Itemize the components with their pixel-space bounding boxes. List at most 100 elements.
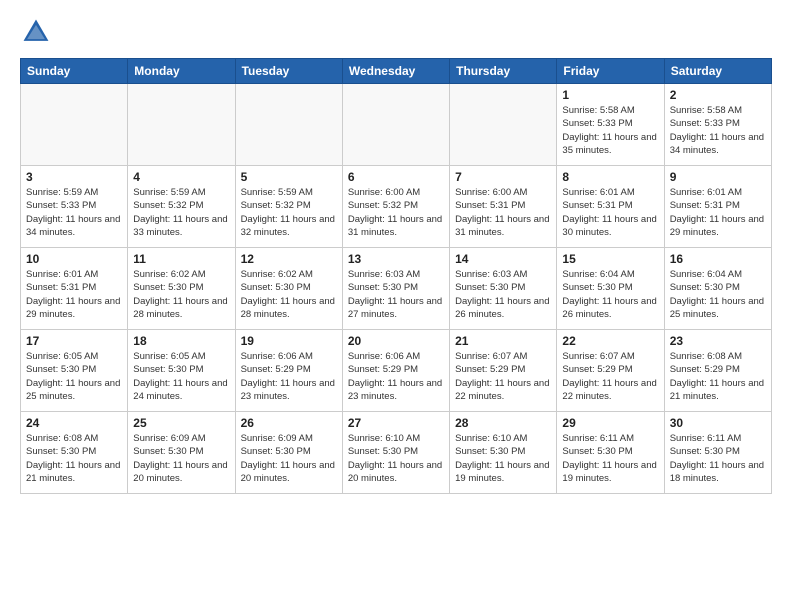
page: SundayMondayTuesdayWednesdayThursdayFrid… — [0, 0, 792, 504]
day-info: Sunrise: 6:01 AM Sunset: 5:31 PM Dayligh… — [26, 268, 122, 321]
day-cell — [450, 84, 557, 166]
day-info: Sunrise: 6:00 AM Sunset: 5:32 PM Dayligh… — [348, 186, 444, 239]
day-number: 26 — [241, 416, 337, 430]
day-cell: 2 Sunrise: 5:58 AM Sunset: 5:33 PM Daylig… — [664, 84, 771, 166]
day-number: 15 — [562, 252, 658, 266]
weekday-header-thursday: Thursday — [450, 59, 557, 84]
day-cell: 14Sunrise: 6:03 AM Sunset: 5:30 PM Dayli… — [450, 248, 557, 330]
week-row-3: 10 Sunrise: 6:01 AM Sunset: 5:31 PM Dayli… — [21, 248, 772, 330]
day-info: Sunrise: 5:58 AM Sunset: 5:33 PM Dayligh… — [670, 104, 766, 157]
day-cell: 9 Sunrise: 6:01 AM Sunset: 5:31 PM Daylig… — [664, 166, 771, 248]
day-cell: 1 Sunrise: 5:58 AM Sunset: 5:33 PM Daylig… — [557, 84, 664, 166]
day-number: 11 — [133, 252, 229, 266]
day-number: 2 — [670, 88, 766, 102]
week-row-5: 24 Sunrise: 6:08 AM Sunset: 5:30 PM Dayli… — [21, 412, 772, 494]
day-info: Sunrise: 6:02 AM Sunset: 5:30 PM Dayligh… — [133, 268, 229, 321]
day-number: 12 — [241, 252, 337, 266]
day-info: Sunrise: 6:03 AM Sunset: 5:30 PM Dayligh… — [348, 268, 444, 321]
day-number: 30 — [670, 416, 766, 430]
week-row-2: 3 Sunrise: 5:59 AM Sunset: 5:33 PM Daylig… — [21, 166, 772, 248]
day-number: 1 — [562, 88, 658, 102]
day-number: 20 — [348, 334, 444, 348]
day-number: 19 — [241, 334, 337, 348]
day-cell: 15 Sunrise: 6:04 AM Sunset: 5:30 PM Dayli… — [557, 248, 664, 330]
day-cell: 5Sunrise: 5:59 AM Sunset: 5:32 PM Daylig… — [235, 166, 342, 248]
day-info: Sunrise: 6:11 AM Sunset: 5:30 PM Dayligh… — [562, 432, 658, 485]
week-row-4: 17 Sunrise: 6:05 AM Sunset: 5:30 PM Dayli… — [21, 330, 772, 412]
day-info: Sunrise: 6:04 AM Sunset: 5:30 PM Dayligh… — [562, 268, 658, 321]
day-cell: 30 Sunrise: 6:11 AM Sunset: 5:30 PM Dayli… — [664, 412, 771, 494]
day-number: 9 — [670, 170, 766, 184]
day-number: 28 — [455, 416, 551, 430]
day-info: Sunrise: 6:08 AM Sunset: 5:30 PM Dayligh… — [26, 432, 122, 485]
day-cell: 24 Sunrise: 6:08 AM Sunset: 5:30 PM Dayli… — [21, 412, 128, 494]
day-number: 21 — [455, 334, 551, 348]
day-info: Sunrise: 6:03 AM Sunset: 5:30 PM Dayligh… — [455, 268, 551, 321]
day-info: Sunrise: 6:02 AM Sunset: 5:30 PM Dayligh… — [241, 268, 337, 321]
day-info: Sunrise: 6:10 AM Sunset: 5:30 PM Dayligh… — [455, 432, 551, 485]
day-cell: 13 Sunrise: 6:03 AM Sunset: 5:30 PM Dayli… — [342, 248, 449, 330]
day-number: 7 — [455, 170, 551, 184]
day-info: Sunrise: 6:07 AM Sunset: 5:29 PM Dayligh… — [455, 350, 551, 403]
day-info: Sunrise: 6:06 AM Sunset: 5:29 PM Dayligh… — [348, 350, 444, 403]
weekday-header-saturday: Saturday — [664, 59, 771, 84]
day-number: 16 — [670, 252, 766, 266]
day-info: Sunrise: 6:09 AM Sunset: 5:30 PM Dayligh… — [241, 432, 337, 485]
day-number: 4 — [133, 170, 229, 184]
day-number: 6 — [348, 170, 444, 184]
day-number: 29 — [562, 416, 658, 430]
day-cell: 26 Sunrise: 6:09 AM Sunset: 5:30 PM Dayli… — [235, 412, 342, 494]
day-info: Sunrise: 6:00 AM Sunset: 5:31 PM Dayligh… — [455, 186, 551, 239]
day-number: 25 — [133, 416, 229, 430]
logo — [20, 16, 56, 48]
day-info: Sunrise: 5:59 AM Sunset: 5:32 PM Dayligh… — [241, 186, 337, 239]
day-cell: 23Sunrise: 6:08 AM Sunset: 5:29 PM Dayli… — [664, 330, 771, 412]
day-cell: 7 Sunrise: 6:00 AM Sunset: 5:31 PM Daylig… — [450, 166, 557, 248]
day-cell — [235, 84, 342, 166]
day-cell: 28 Sunrise: 6:10 AM Sunset: 5:30 PM Dayli… — [450, 412, 557, 494]
header — [20, 16, 772, 48]
day-cell — [342, 84, 449, 166]
day-number: 17 — [26, 334, 122, 348]
day-number: 22 — [562, 334, 658, 348]
day-cell — [21, 84, 128, 166]
day-info: Sunrise: 6:09 AM Sunset: 5:30 PM Dayligh… — [133, 432, 229, 485]
day-cell: 27Sunrise: 6:10 AM Sunset: 5:30 PM Dayli… — [342, 412, 449, 494]
day-cell: 29 Sunrise: 6:11 AM Sunset: 5:30 PM Dayli… — [557, 412, 664, 494]
day-info: Sunrise: 5:59 AM Sunset: 5:32 PM Dayligh… — [133, 186, 229, 239]
day-number: 3 — [26, 170, 122, 184]
day-info: Sunrise: 5:58 AM Sunset: 5:33 PM Dayligh… — [562, 104, 658, 157]
day-info: Sunrise: 6:01 AM Sunset: 5:31 PM Dayligh… — [562, 186, 658, 239]
day-cell: 4 Sunrise: 5:59 AM Sunset: 5:32 PM Daylig… — [128, 166, 235, 248]
day-cell — [128, 84, 235, 166]
day-info: Sunrise: 6:06 AM Sunset: 5:29 PM Dayligh… — [241, 350, 337, 403]
day-cell: 16Sunrise: 6:04 AM Sunset: 5:30 PM Dayli… — [664, 248, 771, 330]
day-number: 10 — [26, 252, 122, 266]
day-cell: 10 Sunrise: 6:01 AM Sunset: 5:31 PM Dayli… — [21, 248, 128, 330]
day-number: 27 — [348, 416, 444, 430]
day-info: Sunrise: 6:01 AM Sunset: 5:31 PM Dayligh… — [670, 186, 766, 239]
day-number: 24 — [26, 416, 122, 430]
day-info: Sunrise: 6:05 AM Sunset: 5:30 PM Dayligh… — [26, 350, 122, 403]
day-number: 8 — [562, 170, 658, 184]
weekday-header-wednesday: Wednesday — [342, 59, 449, 84]
day-number: 13 — [348, 252, 444, 266]
day-cell: 19 Sunrise: 6:06 AM Sunset: 5:29 PM Dayli… — [235, 330, 342, 412]
weekday-header-monday: Monday — [128, 59, 235, 84]
weekday-header-tuesday: Tuesday — [235, 59, 342, 84]
day-cell: 6 Sunrise: 6:00 AM Sunset: 5:32 PM Daylig… — [342, 166, 449, 248]
day-cell: 8 Sunrise: 6:01 AM Sunset: 5:31 PM Daylig… — [557, 166, 664, 248]
day-cell: 11 Sunrise: 6:02 AM Sunset: 5:30 PM Dayli… — [128, 248, 235, 330]
logo-icon — [20, 16, 52, 48]
day-cell: 20 Sunrise: 6:06 AM Sunset: 5:29 PM Dayli… — [342, 330, 449, 412]
weekday-header-row: SundayMondayTuesdayWednesdayThursdayFrid… — [21, 59, 772, 84]
day-info: Sunrise: 5:59 AM Sunset: 5:33 PM Dayligh… — [26, 186, 122, 239]
day-cell: 17 Sunrise: 6:05 AM Sunset: 5:30 PM Dayli… — [21, 330, 128, 412]
weekday-header-friday: Friday — [557, 59, 664, 84]
day-info: Sunrise: 6:11 AM Sunset: 5:30 PM Dayligh… — [670, 432, 766, 485]
weekday-header-sunday: Sunday — [21, 59, 128, 84]
day-info: Sunrise: 6:05 AM Sunset: 5:30 PM Dayligh… — [133, 350, 229, 403]
day-cell: 25 Sunrise: 6:09 AM Sunset: 5:30 PM Dayli… — [128, 412, 235, 494]
calendar-table: SundayMondayTuesdayWednesdayThursdayFrid… — [20, 58, 772, 494]
day-info: Sunrise: 6:07 AM Sunset: 5:29 PM Dayligh… — [562, 350, 658, 403]
